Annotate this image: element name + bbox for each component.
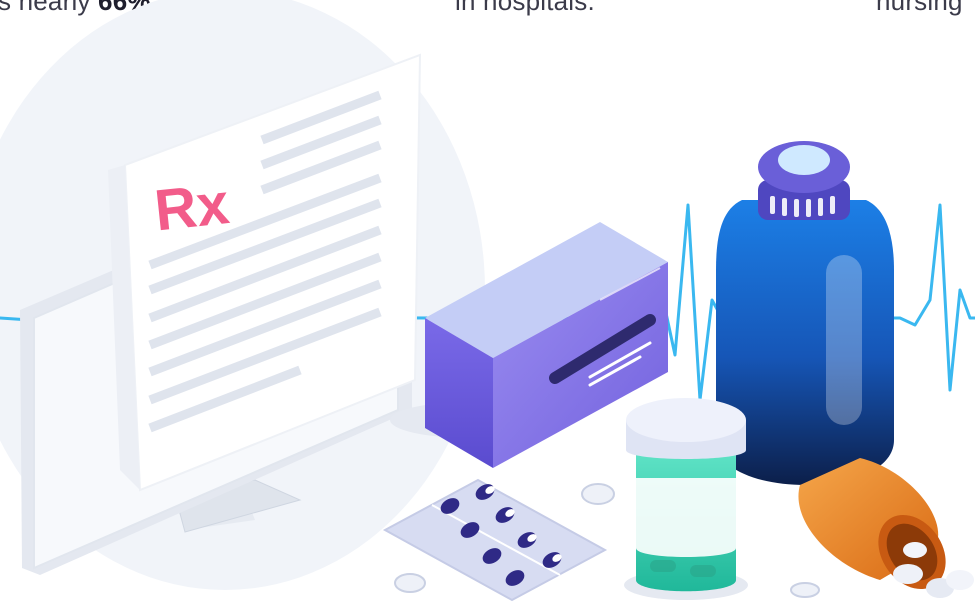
pharmacy-illustration: Rx bbox=[0, 0, 975, 602]
orange-bottle bbox=[798, 458, 974, 598]
pill-jar bbox=[624, 398, 748, 600]
rx-symbol: Rx bbox=[152, 171, 233, 243]
